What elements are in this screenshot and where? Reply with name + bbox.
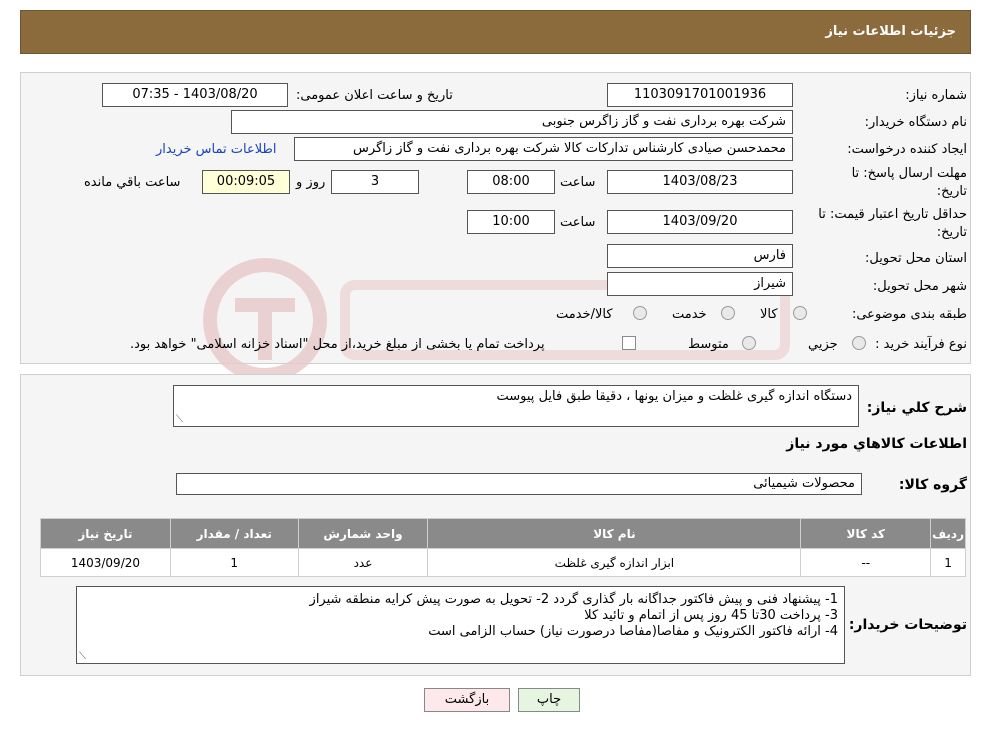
deadline-label: مهلت ارسال پاسخ: تا bbox=[851, 166, 967, 181]
remaining-label: ساعت باقي مانده bbox=[84, 175, 181, 190]
page-header: جزئیات اطلاعات نیاز bbox=[20, 10, 971, 54]
deadline-label-date: تاریخ: bbox=[936, 184, 967, 199]
creator-label: ایجاد کننده درخواست: bbox=[847, 142, 967, 157]
goods-section-title: اطلاعات کالاهاي مورد نياز bbox=[786, 436, 967, 452]
resize-grip-icon[interactable]: ⟋ bbox=[79, 652, 86, 662]
process-minor-label: جزيي bbox=[808, 337, 838, 352]
validity-label-date: تاریخ: bbox=[936, 225, 967, 240]
cell-unit: عدد bbox=[297, 548, 429, 577]
countdown-field: 00:09:05 bbox=[202, 170, 290, 194]
category-label: طبقه بندی موضوعی: bbox=[851, 307, 967, 322]
need-number-label: شماره نیاز: bbox=[905, 88, 967, 103]
announce-field: 1403/08/20 - 07:35 bbox=[102, 83, 288, 107]
cell-quantity: 1 bbox=[169, 548, 299, 577]
buyer-notes-label: توضیحات خریدار: bbox=[848, 617, 967, 633]
validity-date-field: 1403/09/20 bbox=[607, 210, 793, 234]
col-need-date: تاریخ نیاز bbox=[40, 518, 171, 549]
days-field: 3 bbox=[331, 170, 419, 194]
category-service-radio[interactable] bbox=[721, 306, 735, 320]
category-goods-service-radio[interactable] bbox=[633, 306, 647, 320]
creator-field: محمدحسن صیادی کارشناس تدارکات کالا شرکت … bbox=[294, 137, 793, 161]
validity-label: حداقل تاریخ اعتبار قیمت: تا bbox=[818, 207, 967, 222]
buyer-contact-link[interactable]: اطلاعات تماس خریدار bbox=[156, 142, 276, 157]
deadline-time-label: ساعت bbox=[560, 175, 596, 190]
goods-table: رديف کد کالا نام کالا واحد شمارش تعداد /… bbox=[40, 518, 966, 577]
need-number-field: 1103091701001936 bbox=[607, 83, 793, 107]
process-label: نوع فرآیند خرید : bbox=[875, 337, 967, 352]
col-item-code: کد کالا bbox=[800, 518, 932, 549]
buyer-note-line: 4- ارائه فاکتور الکترونیک و مفاصا(مفاصا … bbox=[428, 624, 838, 639]
resize-grip-icon[interactable]: ⟋ bbox=[176, 415, 183, 425]
province-field: فارس bbox=[607, 244, 793, 268]
table-row: 1 -- ابزار اندازه گیری غلظت عدد 1 1403/0… bbox=[40, 548, 966, 577]
category-goods-radio[interactable] bbox=[793, 306, 807, 320]
description-textarea[interactable]: دستگاه اندازه گیری غلظت و میزان یونها ، … bbox=[173, 385, 859, 427]
goods-group-label: گروه کالا: bbox=[898, 477, 967, 493]
cell-item-code: -- bbox=[800, 548, 932, 577]
process-minor-radio[interactable] bbox=[852, 336, 866, 350]
goods-group-field: محصولات شیمیائی bbox=[176, 473, 862, 495]
col-quantity: تعداد / مقدار bbox=[169, 518, 299, 549]
announce-label: تاریخ و ساعت اعلان عمومی: bbox=[296, 88, 453, 103]
days-label: روز و bbox=[296, 175, 326, 190]
process-medium-label: متوسط bbox=[688, 337, 729, 352]
page-title: جزئیات اطلاعات نیاز bbox=[825, 24, 956, 39]
deadline-date-field: 1403/08/23 bbox=[607, 170, 793, 194]
col-item-name: نام کالا bbox=[427, 518, 802, 549]
description-text: دستگاه اندازه گیری غلظت و میزان یونها ، … bbox=[496, 389, 852, 404]
category-goods-service-label: کالا/خدمت bbox=[556, 307, 613, 322]
category-service-label: خدمت bbox=[672, 307, 707, 322]
cell-need-date: 1403/09/20 bbox=[40, 548, 171, 577]
city-label: شهر محل تحویل: bbox=[872, 279, 967, 294]
back-button[interactable]: بازگشت bbox=[424, 688, 510, 712]
city-field: شیراز bbox=[607, 272, 793, 296]
cell-row-number: 1 bbox=[930, 548, 966, 577]
buyer-note-line: 1- پیشنهاد فنی و پیش فاکتور جداگانه بار … bbox=[309, 592, 838, 607]
buyer-org-label: نام دستگاه خریدار: bbox=[864, 115, 967, 130]
treasury-payment-note: پرداخت تمام یا بخشی از مبلغ خرید،از محل … bbox=[130, 337, 545, 352]
cell-item-name: ابزار اندازه گیری غلظت bbox=[427, 548, 802, 577]
page-root: { "header": { "title": "جزئیات اطلاعات ن… bbox=[0, 0, 985, 733]
buyer-org-field: شرکت بهره برداری نفت و گاز زاگرس جنوبی bbox=[231, 110, 793, 134]
category-goods-label: کالا bbox=[760, 307, 778, 322]
table-header-row: رديف کد کالا نام کالا واحد شمارش تعداد /… bbox=[40, 518, 966, 549]
validity-time-field: 10:00 bbox=[467, 210, 555, 234]
validity-time-label: ساعت bbox=[560, 215, 596, 230]
treasury-payment-checkbox[interactable] bbox=[622, 336, 636, 350]
province-label: استان محل تحویل: bbox=[865, 251, 967, 266]
buyer-notes-textarea[interactable]: 1- پیشنهاد فنی و پیش فاکتور جداگانه بار … bbox=[76, 586, 845, 664]
process-medium-radio[interactable] bbox=[742, 336, 756, 350]
print-button[interactable]: چاپ bbox=[518, 688, 580, 712]
col-unit: واحد شمارش bbox=[297, 518, 429, 549]
col-row-number: رديف bbox=[930, 518, 966, 549]
description-label: شرح کلي نياز: bbox=[866, 400, 967, 416]
deadline-time-field: 08:00 bbox=[467, 170, 555, 194]
buyer-note-line: 3- پرداخت 30تا 45 روز پس از اتمام و تائی… bbox=[584, 608, 838, 623]
